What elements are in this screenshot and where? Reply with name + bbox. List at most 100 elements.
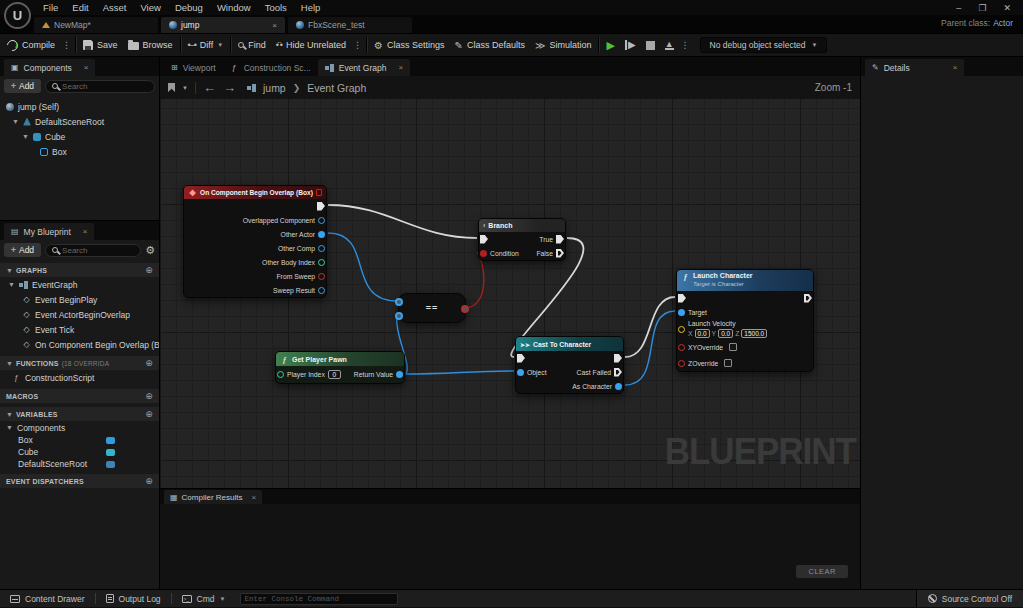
- menu-window[interactable]: Window: [210, 2, 258, 13]
- overlapped-component-pin[interactable]: [318, 217, 325, 224]
- velocity-z-input[interactable]: 1500.0: [741, 329, 767, 338]
- compile-button[interactable]: Compile: [2, 34, 60, 56]
- debug-object-dropdown[interactable]: No debug object selected▼: [700, 37, 828, 53]
- diff-button[interactable]: •–•Diff▼: [183, 34, 229, 56]
- class-defaults-button[interactable]: ✎Class Defaults: [450, 34, 530, 56]
- as-character-pin[interactable]: [615, 383, 622, 390]
- simulation-button[interactable]: ≫Simulation: [530, 34, 597, 56]
- z-override-pin[interactable]: [678, 360, 685, 367]
- close-icon[interactable]: ×: [251, 493, 256, 502]
- velocity-y-input[interactable]: 0.0: [718, 329, 733, 338]
- close-icon[interactable]: ×: [398, 63, 403, 72]
- menu-debug[interactable]: Debug: [168, 2, 210, 13]
- cast-failed-pin[interactable]: [614, 368, 622, 377]
- sweep-result-pin[interactable]: [318, 287, 325, 294]
- tab-newmap[interactable]: NewMap*: [34, 17, 158, 33]
- output-log-button[interactable]: Output Log: [96, 590, 171, 607]
- z-override-checkbox[interactable]: [724, 359, 732, 367]
- tree-item-defaultsceneroot[interactable]: ▼DefaultSceneRoot: [0, 114, 159, 129]
- cmd-dropdown[interactable]: >_Cmd▼: [172, 590, 236, 607]
- event-actorbeginoverlap-item[interactable]: ◇Event ActorBeginOverlap: [0, 307, 159, 322]
- play-options-icon[interactable]: ⋮: [679, 40, 692, 50]
- close-icon[interactable]: ×: [83, 227, 88, 236]
- add-graph-icon[interactable]: ⊕: [145, 265, 153, 275]
- add-variable-icon[interactable]: ⊕: [145, 409, 153, 419]
- object-pin[interactable]: [517, 369, 524, 376]
- launch-velocity-pin[interactable]: [678, 326, 685, 333]
- false-pin[interactable]: [556, 249, 564, 258]
- compile-options-icon[interactable]: ⋮: [60, 40, 73, 50]
- true-pin[interactable]: [556, 235, 564, 244]
- construction-script-tab[interactable]: ƒConstruction Sc...: [223, 59, 318, 76]
- tree-item-jump-self[interactable]: jump (Self): [0, 99, 159, 114]
- event-oncomponentbeginoverlap-item[interactable]: ◇On Component Begin Overlap (Box: [0, 337, 159, 352]
- menu-help[interactable]: Help: [294, 2, 328, 13]
- compiler-results-tab[interactable]: ▦Compiler Results×: [164, 490, 262, 504]
- node-get-player-pawn[interactable]: ƒGet Player Pawn Player Index0Return Val…: [275, 351, 405, 384]
- source-control-button[interactable]: Source Control Off: [916, 590, 1023, 607]
- tree-item-box[interactable]: Box: [0, 144, 159, 159]
- from-sweep-pin[interactable]: [318, 273, 325, 280]
- console-input[interactable]: [240, 593, 398, 605]
- menu-file[interactable]: File: [36, 2, 65, 13]
- bookmark-icon[interactable]: [168, 83, 175, 92]
- target-pin[interactable]: [678, 309, 685, 316]
- player-index-pin[interactable]: [277, 371, 284, 378]
- return-value-pin[interactable]: [396, 371, 403, 378]
- tree-item-cube[interactable]: ▼Cube: [0, 129, 159, 144]
- construction-script-item[interactable]: ƒConstructionScript: [0, 370, 159, 385]
- exec-out-pin[interactable]: [317, 202, 325, 211]
- event-beginplay-item[interactable]: ◇Event BeginPlay: [0, 292, 159, 307]
- event-graph-canvas[interactable]: ▼ ← → jump ❯ Event Graph Zoom -1 BLUEPRI…: [160, 76, 860, 488]
- node-on-component-begin-overlap[interactable]: ◈On Component Begin Overlap (Box) Overla…: [183, 185, 327, 298]
- other-actor-pin[interactable]: [318, 231, 325, 238]
- parent-class-link[interactable]: Actor: [993, 18, 1013, 28]
- menu-view[interactable]: View: [133, 2, 167, 13]
- menu-asset[interactable]: Asset: [96, 2, 134, 13]
- content-drawer-button[interactable]: Content Drawer: [0, 590, 95, 607]
- stop-button[interactable]: [641, 34, 660, 56]
- play-button[interactable]: ▶: [601, 34, 619, 56]
- close-icon[interactable]: ×: [953, 63, 958, 72]
- clear-button[interactable]: CLEAR: [796, 565, 848, 578]
- eject-button[interactable]: ▲: [660, 34, 679, 56]
- breadcrumb-current[interactable]: Event Graph: [307, 82, 366, 94]
- viewport-tab[interactable]: ⊞Viewport: [164, 59, 223, 76]
- add-component-button[interactable]: +Add: [4, 79, 41, 93]
- details-panel-tab[interactable]: ✎Details×: [865, 59, 964, 76]
- graphs-section-header[interactable]: ▼GRAPHS⊕: [0, 263, 159, 277]
- breadcrumb-root[interactable]: jump: [263, 82, 286, 94]
- player-index-input[interactable]: 0: [328, 370, 341, 379]
- exec-out-pin[interactable]: [614, 354, 622, 363]
- event-graph-item[interactable]: ▼EventGraph: [0, 277, 159, 292]
- node-cast-to-character[interactable]: ➤➤Cast To Character ObjectCast Failed As…: [515, 336, 624, 394]
- other-comp-pin[interactable]: [318, 245, 325, 252]
- close-icon[interactable]: ×: [84, 63, 89, 72]
- condition-pin[interactable]: [480, 250, 487, 257]
- functions-section-header[interactable]: ▼FUNCTIONS(18 OVERRIDA⊕: [0, 356, 159, 370]
- add-macro-icon[interactable]: ⊕: [145, 391, 153, 401]
- exec-in-pin[interactable]: [517, 354, 525, 363]
- add-dispatcher-icon[interactable]: ⊕: [145, 476, 153, 486]
- xy-override-checkbox[interactable]: [729, 343, 737, 351]
- xy-override-pin[interactable]: [678, 344, 685, 351]
- tab-jump[interactable]: jump ×: [161, 17, 285, 33]
- other-body-index-pin[interactable]: [318, 259, 325, 266]
- blueprint-settings-icon[interactable]: ⚙: [145, 244, 155, 257]
- node-branch[interactable]: ‹Branch True ConditionFalse: [478, 218, 566, 261]
- variables-section-header[interactable]: ▼VARIABLES⊕: [0, 407, 159, 421]
- exec-in-pin[interactable]: [480, 235, 488, 244]
- minimize-button[interactable]: –: [956, 3, 961, 13]
- my-blueprint-panel-tab[interactable]: ▤ My Blueprint ×: [4, 223, 94, 240]
- add-function-icon[interactable]: ⊕: [145, 358, 153, 368]
- exec-in-pin[interactable]: [678, 294, 686, 303]
- hide-unrelated-button[interactable]: •¨•Hide Unrelated: [271, 34, 351, 56]
- node-launch-character[interactable]: ƒ Launch CharacterTarget is Character Ta…: [676, 269, 814, 372]
- components-search[interactable]: [45, 80, 155, 93]
- back-icon[interactable]: ←: [203, 80, 216, 95]
- variable-cube[interactable]: Cube: [0, 446, 159, 458]
- add-blueprint-item-button[interactable]: +Add: [4, 243, 41, 257]
- variable-box[interactable]: Box: [0, 434, 159, 446]
- variable-defaultsceneroot[interactable]: DefaultSceneRoot: [0, 458, 159, 470]
- node-equals[interactable]: ==: [398, 293, 466, 323]
